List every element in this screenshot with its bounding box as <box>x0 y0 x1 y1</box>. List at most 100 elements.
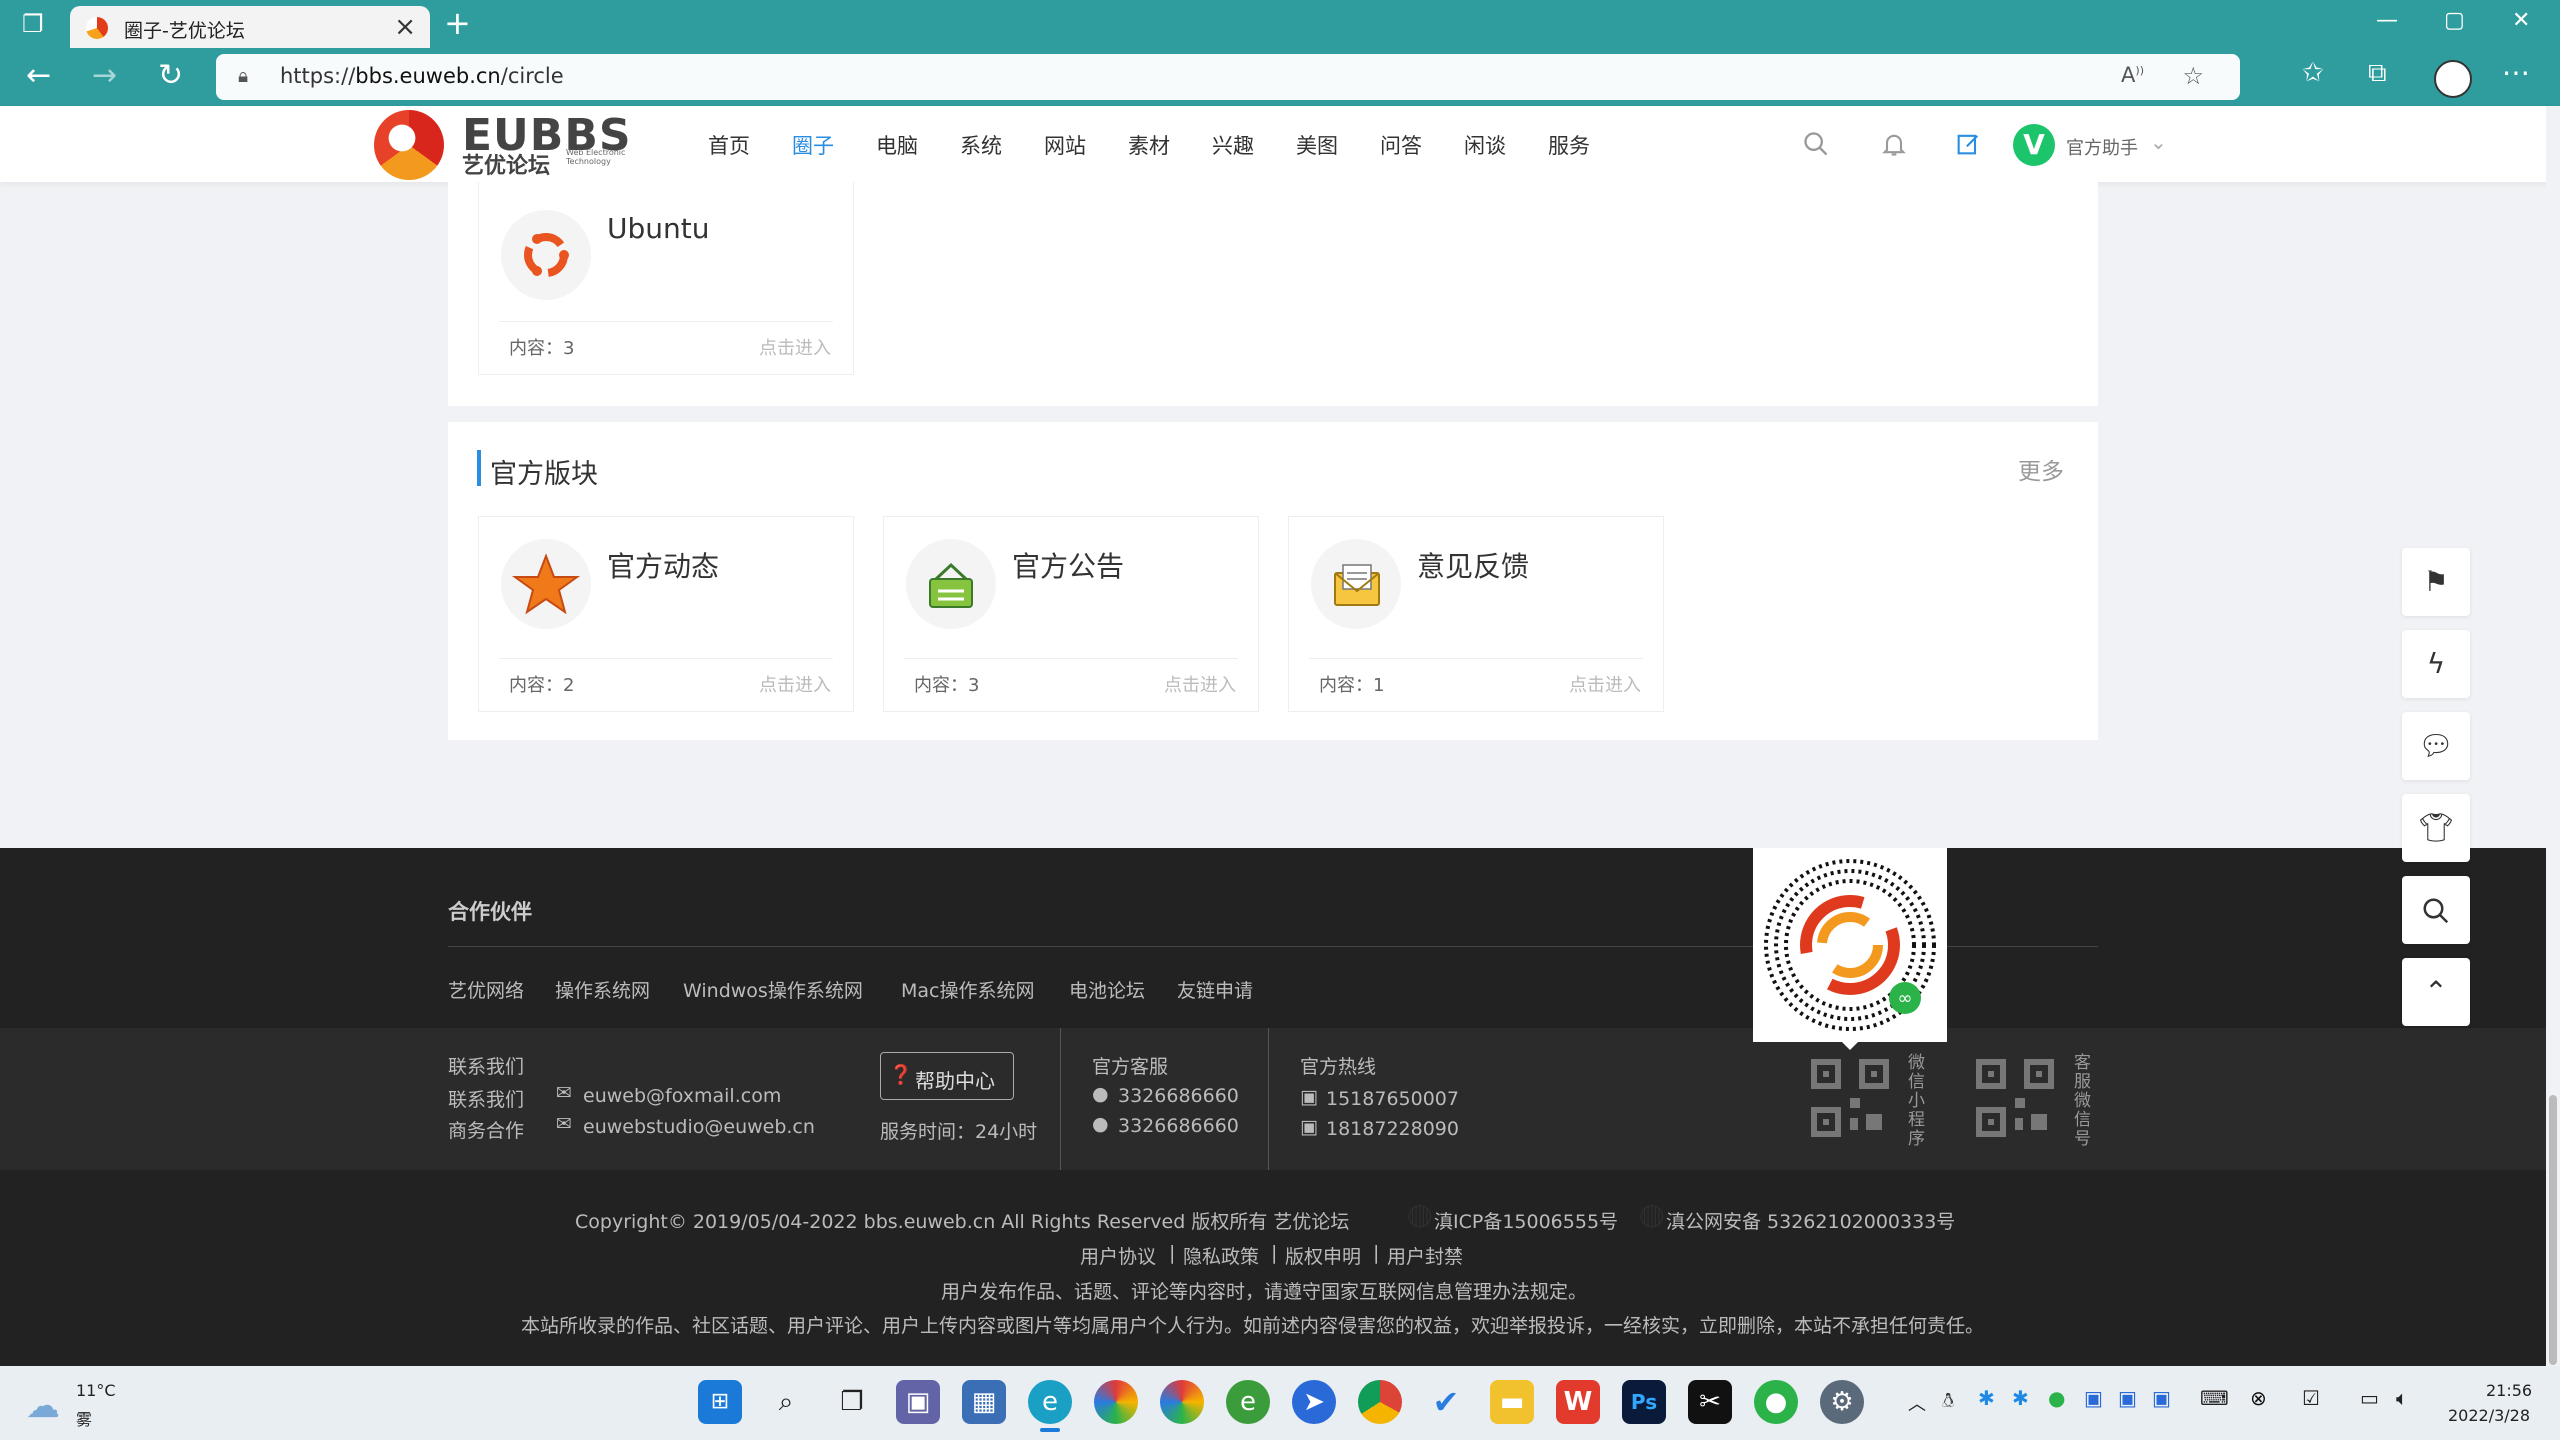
hotline-number[interactable]: 18187228090 <box>1326 1118 1459 1140</box>
settings-gear-icon[interactable]: ⚙ <box>1820 1380 1864 1424</box>
todo-check-icon[interactable]: ✔ <box>1424 1380 1468 1424</box>
keyboard-icon[interactable]: ⌨ <box>2200 1386 2229 1410</box>
more-menu-icon[interactable]: ⋯ <box>2502 56 2530 89</box>
browser-app-icon-2[interactable] <box>1160 1380 1204 1424</box>
taskbar-search-icon[interactable]: ⌕ <box>764 1380 808 1424</box>
tray-close-app-icon[interactable]: ⊗ <box>2250 1386 2267 1410</box>
wps-office-icon[interactable]: W <box>1556 1380 1600 1424</box>
clock-date[interactable]: 2022/3/28 <box>2448 1406 2530 1425</box>
show-hidden-icons[interactable]: ︿ <box>1908 1390 1926 1416</box>
tray-app-icon-5[interactable]: ▣ <box>2152 1386 2171 1410</box>
help-center-button[interactable]: ❓ 帮助中心 <box>880 1052 1014 1100</box>
police-link[interactable]: 滇公网安备 53262102000333号 <box>1666 1207 1955 1234</box>
microsoft-store-icon[interactable]: ▦ <box>962 1380 1006 1424</box>
message-icon[interactable]: 💬︎ <box>2402 712 2470 780</box>
official-card[interactable]: 意见反馈 内容：1 点击进入 <box>1288 516 1664 712</box>
forward-arrow-icon[interactable]: → <box>92 58 117 93</box>
add-favorite-icon[interactable]: ☆ <box>2182 62 2204 90</box>
nav-material[interactable]: 素材 <box>1128 130 1170 160</box>
start-windows-icon[interactable]: ⊞ <box>698 1380 742 1424</box>
icp-link[interactable]: 滇ICP备15006555号 <box>1434 1207 1618 1234</box>
maximize-button[interactable]: ▢ <box>2444 8 2465 33</box>
read-aloud-icon[interactable]: A)) <box>2121 63 2144 87</box>
kefu-wechat[interactable]: 3326686660 <box>1118 1115 1239 1137</box>
tray-app-icon[interactable]: ✱ <box>1978 1386 1995 1410</box>
nav-system[interactable]: 系统 <box>960 130 1002 160</box>
user-avatar[interactable]: V <box>2013 124 2055 166</box>
policy-link[interactable]: 隐私政策 <box>1183 1242 1259 1269</box>
lightning-icon[interactable]: ϟ <box>2402 630 2470 698</box>
address-bar[interactable]: 🔒︎ https://bbs.euweb.cn/circle A)) ☆ <box>216 54 2240 100</box>
favorites-icon[interactable]: ✩ <box>2302 58 2324 88</box>
qr-code-icon[interactable] <box>1810 1058 1890 1138</box>
policy-link[interactable]: 用户协议 <box>1080 1242 1156 1269</box>
enter-link[interactable]: 点击进入 <box>1569 671 1641 697</box>
nav-website[interactable]: 网站 <box>1044 130 1086 160</box>
tab-close-button[interactable]: × <box>394 12 416 42</box>
policy-link[interactable]: 用户封禁 <box>1387 1242 1463 1269</box>
wechat-tray-icon[interactable]: ● <box>2048 1386 2065 1410</box>
new-tab-button[interactable]: + <box>444 4 471 42</box>
chevron-down-icon[interactable]: ⌄ <box>2150 130 2167 154</box>
close-window-button[interactable]: ✕ <box>2512 8 2530 33</box>
wechat-app-icon[interactable]: ● <box>1754 1380 1798 1424</box>
official-card[interactable]: 官方公告 内容：3 点击进入 <box>883 516 1259 712</box>
search-float-icon[interactable] <box>2402 876 2470 944</box>
partner-link[interactable]: 电池论坛 <box>1069 976 1145 1003</box>
tray-app-icon-2[interactable]: ✱ <box>2012 1386 2029 1410</box>
edge-browser-icon[interactable]: e <box>1028 1380 1072 1424</box>
nav-interest[interactable]: 兴趣 <box>1212 130 1254 160</box>
nav-chat[interactable]: 闲谈 <box>1464 130 1506 160</box>
nav-home[interactable]: 首页 <box>708 130 750 160</box>
contact-email[interactable]: euweb@foxmail.com <box>583 1085 781 1107</box>
weather-icon[interactable]: ☁ <box>26 1386 60 1426</box>
scrollbar-thumb[interactable] <box>2549 1095 2557 1365</box>
nav-service[interactable]: 服务 <box>1548 130 1590 160</box>
browser-tab[interactable]: 圈子-艺优论坛 × <box>70 6 430 48</box>
photoshop-icon[interactable]: Ps <box>1622 1380 1666 1424</box>
tray-check-icon[interactable]: ☑ <box>2302 1386 2320 1410</box>
nav-pictures[interactable]: 美图 <box>1296 130 1338 160</box>
minimize-button[interactable]: — <box>2376 8 2398 33</box>
username[interactable]: 官方助手 <box>2066 134 2138 160</box>
refresh-icon[interactable]: ↻ <box>158 58 183 93</box>
partner-link[interactable]: Windwos操作系统网 <box>683 976 863 1003</box>
flag-icon[interactable]: ⚑ <box>2402 548 2470 616</box>
partner-link[interactable]: Mac操作系统网 <box>901 976 1034 1003</box>
partner-link[interactable]: 操作系统网 <box>555 976 650 1003</box>
back-arrow-icon[interactable]: ← <box>26 58 51 93</box>
partner-link[interactable]: 友链申请 <box>1177 976 1253 1003</box>
enter-link[interactable]: 点击进入 <box>759 671 831 697</box>
bell-icon[interactable] <box>1880 130 1908 165</box>
biz-email[interactable]: euwebstudio@euweb.cn <box>583 1116 815 1138</box>
kefu-qq[interactable]: 3326686660 <box>1118 1085 1239 1107</box>
ie-browser-icon[interactable]: e <box>1226 1380 1270 1424</box>
search-icon[interactable] <box>1802 130 1830 165</box>
back-to-top-icon[interactable]: ⌃ <box>2402 958 2470 1026</box>
network-icon[interactable]: ▭ <box>2360 1386 2379 1410</box>
circle-card[interactable]: Ubuntu 内容：3 点击进入 <box>478 182 854 375</box>
tray-app-icon-3[interactable]: ▣ <box>2084 1386 2103 1410</box>
browser-app-icon[interactable] <box>1094 1380 1138 1424</box>
clock-time[interactable]: 21:56 <box>2486 1381 2532 1400</box>
tray-app-icon-4[interactable]: ▣ <box>2118 1386 2137 1410</box>
capcut-icon[interactable]: ✂ <box>1688 1380 1732 1424</box>
more-link[interactable]: 更多 <box>2018 452 2064 486</box>
profile-avatar[interactable] <box>2434 60 2472 98</box>
collections-icon[interactable]: ⧉ <box>2368 58 2387 89</box>
official-card[interactable]: 官方动态 内容：2 点击进入 <box>478 516 854 712</box>
feather-app-icon[interactable]: ➤ <box>1292 1380 1336 1424</box>
policy-link[interactable]: 版权申明 <box>1285 1242 1361 1269</box>
qq-tray-icon[interactable]: 🐧︎ <box>1942 1388 1954 1415</box>
nav-computer[interactable]: 电脑 <box>876 130 918 160</box>
tab-actions-icon[interactable]: ❐ <box>22 10 44 38</box>
post-edit-icon[interactable] <box>1954 130 1982 165</box>
teams-chat-icon[interactable]: ▣ <box>896 1380 940 1424</box>
site-logo-mark[interactable] <box>374 110 444 180</box>
hotline-number[interactable]: 15187650007 <box>1326 1088 1459 1110</box>
chrome-icon[interactable] <box>1358 1380 1402 1424</box>
task-view-icon[interactable]: ❐ <box>830 1380 874 1424</box>
volume-icon[interactable]: 🔈︎ <box>2396 1386 2408 1410</box>
qr-code-icon[interactable] <box>1975 1058 2055 1138</box>
partner-link[interactable]: 艺优网络 <box>448 976 524 1003</box>
